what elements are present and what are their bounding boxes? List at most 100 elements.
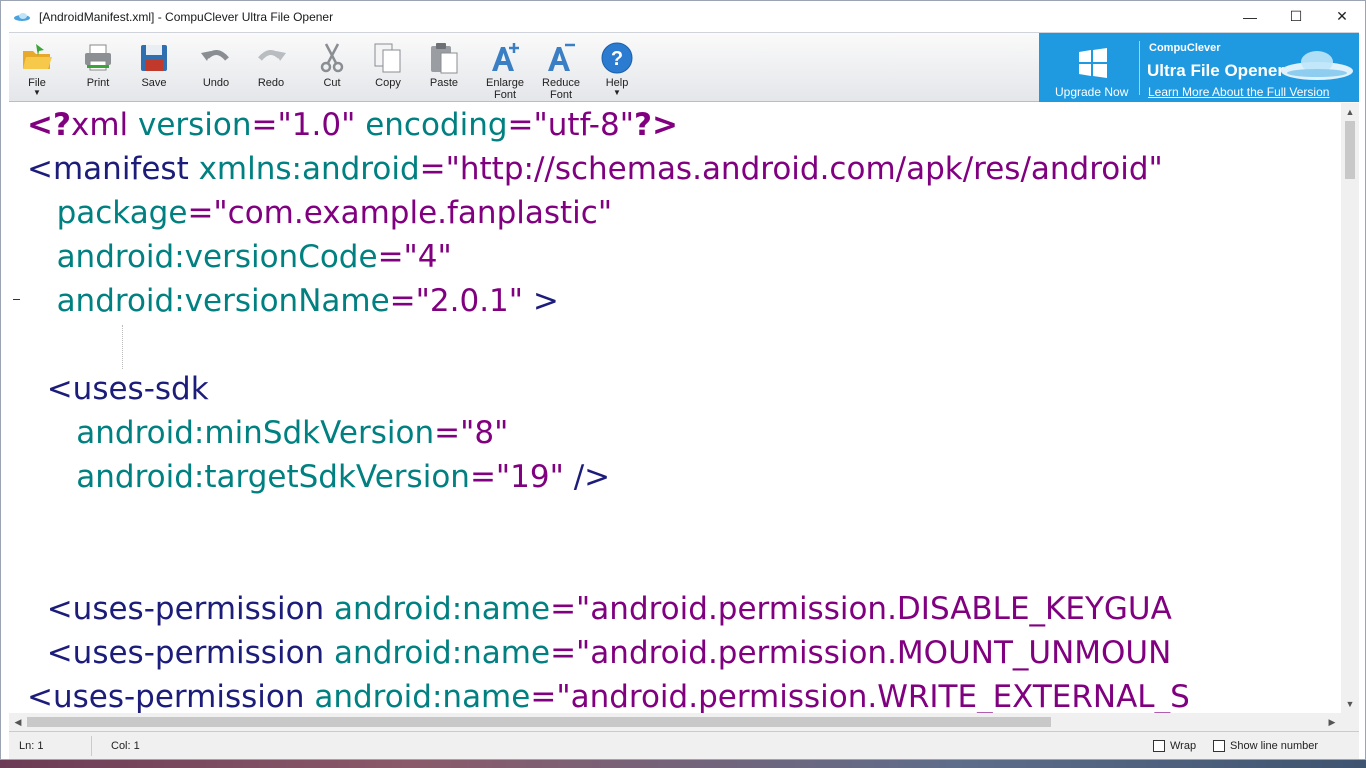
show-line-number-checkbox-box[interactable] [1213, 740, 1225, 752]
code-text-area[interactable]: <?xml version="1.0" encoding="utf-8"?> <m… [27, 103, 1341, 713]
windows-logo-icon [1079, 48, 1107, 78]
code-token: ="19" [469, 459, 574, 495]
save-button[interactable]: Save [127, 35, 181, 101]
promo-product-name: Ultra File Opener [1147, 61, 1284, 80]
enlarge-font-button[interactable]: Enlarge Font [478, 35, 532, 101]
undo-label: Undo [202, 77, 230, 89]
code-token: android:name [334, 635, 551, 671]
reduce-font-button[interactable]: Reduce Font [534, 35, 588, 101]
code-token: ="2.0.1" [389, 283, 533, 319]
code-token: encoding [365, 107, 508, 143]
print-label: Print [86, 77, 110, 89]
app-window: [AndroidManifest.xml] - CompuClever Ultr… [0, 0, 1366, 760]
file-button[interactable]: File ▼ [10, 35, 64, 101]
code-token: ="http://schemas.android.com/apk/res/and… [419, 151, 1163, 187]
status-divider [91, 736, 92, 756]
code-token: version [137, 107, 252, 143]
code-line: android:minSdkVersion="8" [27, 411, 1341, 455]
folder-open-icon [23, 44, 52, 69]
scroll-left-icon[interactable]: ◀ [9, 713, 27, 731]
scrollbar-corner [1341, 713, 1359, 731]
enlarge-font-label-2: Font [493, 89, 516, 101]
show-line-number-checkbox[interactable]: Show line number [1213, 740, 1318, 752]
upgrade-now-button[interactable]: Upgrade Now [1055, 85, 1128, 99]
redo-icon [258, 50, 286, 61]
vertical-scroll-thumb[interactable] [1345, 121, 1355, 179]
code-token: <uses-permission [27, 679, 315, 713]
horizontal-scrollbar[interactable]: ◀ ▶ [9, 713, 1341, 731]
code-token: <? [27, 107, 71, 143]
scroll-down-icon[interactable]: ▼ [1341, 695, 1359, 713]
code-token: android:versionName [56, 283, 390, 319]
code-token: > [532, 283, 559, 319]
font-increase-icon [492, 43, 519, 71]
undo-icon [201, 50, 229, 61]
wrap-checkbox-box[interactable] [1153, 740, 1165, 752]
code-token: ="1.0" [251, 107, 366, 143]
redo-label: Redo [257, 77, 285, 89]
code-token: ="android.permission.WRITE_EXTERNAL_S [530, 679, 1190, 713]
code-line: <?xml version="1.0" encoding="utf-8"?> [27, 103, 1341, 147]
status-bar: Ln: 1 Col: 1 Wrap Show line number [9, 731, 1359, 759]
show-line-number-label: Show line number [1230, 740, 1319, 752]
code-token: ="8" [434, 415, 509, 451]
ufo-logo-icon [1281, 51, 1353, 80]
maximize-button[interactable]: ☐ [1273, 1, 1319, 32]
floppy-disk-icon [141, 45, 167, 71]
code-token: android:minSdkVersion [76, 415, 435, 451]
code-line: package="com.example.fanplastic" [27, 191, 1341, 235]
window-controls: — ☐ ✕ [1227, 1, 1365, 32]
svg-text:?: ? [611, 48, 623, 70]
code-line: <uses-permission android:name="android.p… [27, 675, 1341, 713]
print-button[interactable]: Print [71, 35, 125, 101]
cut-label: Cut [323, 77, 341, 89]
copy-button[interactable]: Copy [361, 35, 415, 101]
code-token: ="android.permission.DISABLE_KEYGUA [550, 591, 1172, 627]
code-token: xml [70, 107, 138, 143]
scissors-icon [320, 43, 344, 73]
code-token: package [56, 195, 188, 231]
fold-marker [13, 299, 20, 300]
code-token: <manifest [27, 151, 199, 187]
scroll-up-icon[interactable]: ▲ [1341, 103, 1359, 121]
cut-button[interactable]: Cut [305, 35, 359, 101]
code-line: android:targetSdkVersion="19" /> [27, 455, 1341, 499]
code-token: <uses-permission [27, 635, 335, 671]
paste-button[interactable]: Paste [417, 35, 471, 101]
help-icon: ? [601, 42, 633, 74]
upgrade-promo-banner[interactable]: Upgrade Now CompuClever Ultra File Opene… [1039, 33, 1359, 102]
code-token: ="4" [377, 239, 452, 275]
vertical-scrollbar[interactable]: ▲ ▼ [1341, 103, 1359, 713]
code-token: ="android.permission.MOUNT_UNMOUN [550, 635, 1172, 671]
code-token: android:name [334, 591, 551, 627]
enlarge-font-label-1: Enlarge [486, 77, 524, 89]
code-token: android:versionCode [56, 239, 378, 275]
promo-divider [1139, 41, 1140, 95]
undo-button[interactable]: Undo [189, 35, 243, 101]
title-bar[interactable]: [AndroidManifest.xml] - CompuClever Ultr… [1, 1, 1365, 32]
status-column: Col: 1 [111, 740, 140, 752]
horizontal-scroll-thumb[interactable] [27, 717, 1051, 727]
app-logo-icon [14, 12, 30, 21]
copy-label: Copy [375, 77, 401, 89]
code-token: android:targetSdkVersion [76, 459, 470, 495]
help-button[interactable]: ? Help ▼ [590, 35, 644, 101]
scroll-right-icon[interactable]: ▶ [1323, 713, 1341, 731]
font-decrease-icon [548, 43, 575, 71]
code-token: ?> [633, 107, 678, 143]
status-line: Ln: 1 [19, 740, 44, 752]
promo-brand: CompuClever [1149, 42, 1221, 54]
close-button[interactable]: ✕ [1319, 1, 1365, 32]
wrap-checkbox[interactable]: Wrap [1153, 740, 1196, 752]
minimize-button[interactable]: — [1227, 1, 1273, 32]
learn-more-link[interactable]: Learn More About the Full Version [1148, 85, 1329, 99]
code-editor[interactable]: <?xml version="1.0" encoding="utf-8"?> <m… [9, 103, 1359, 731]
redo-button[interactable]: Redo [244, 35, 298, 101]
code-line: <manifest xmlns:android="http://schemas.… [27, 147, 1341, 191]
